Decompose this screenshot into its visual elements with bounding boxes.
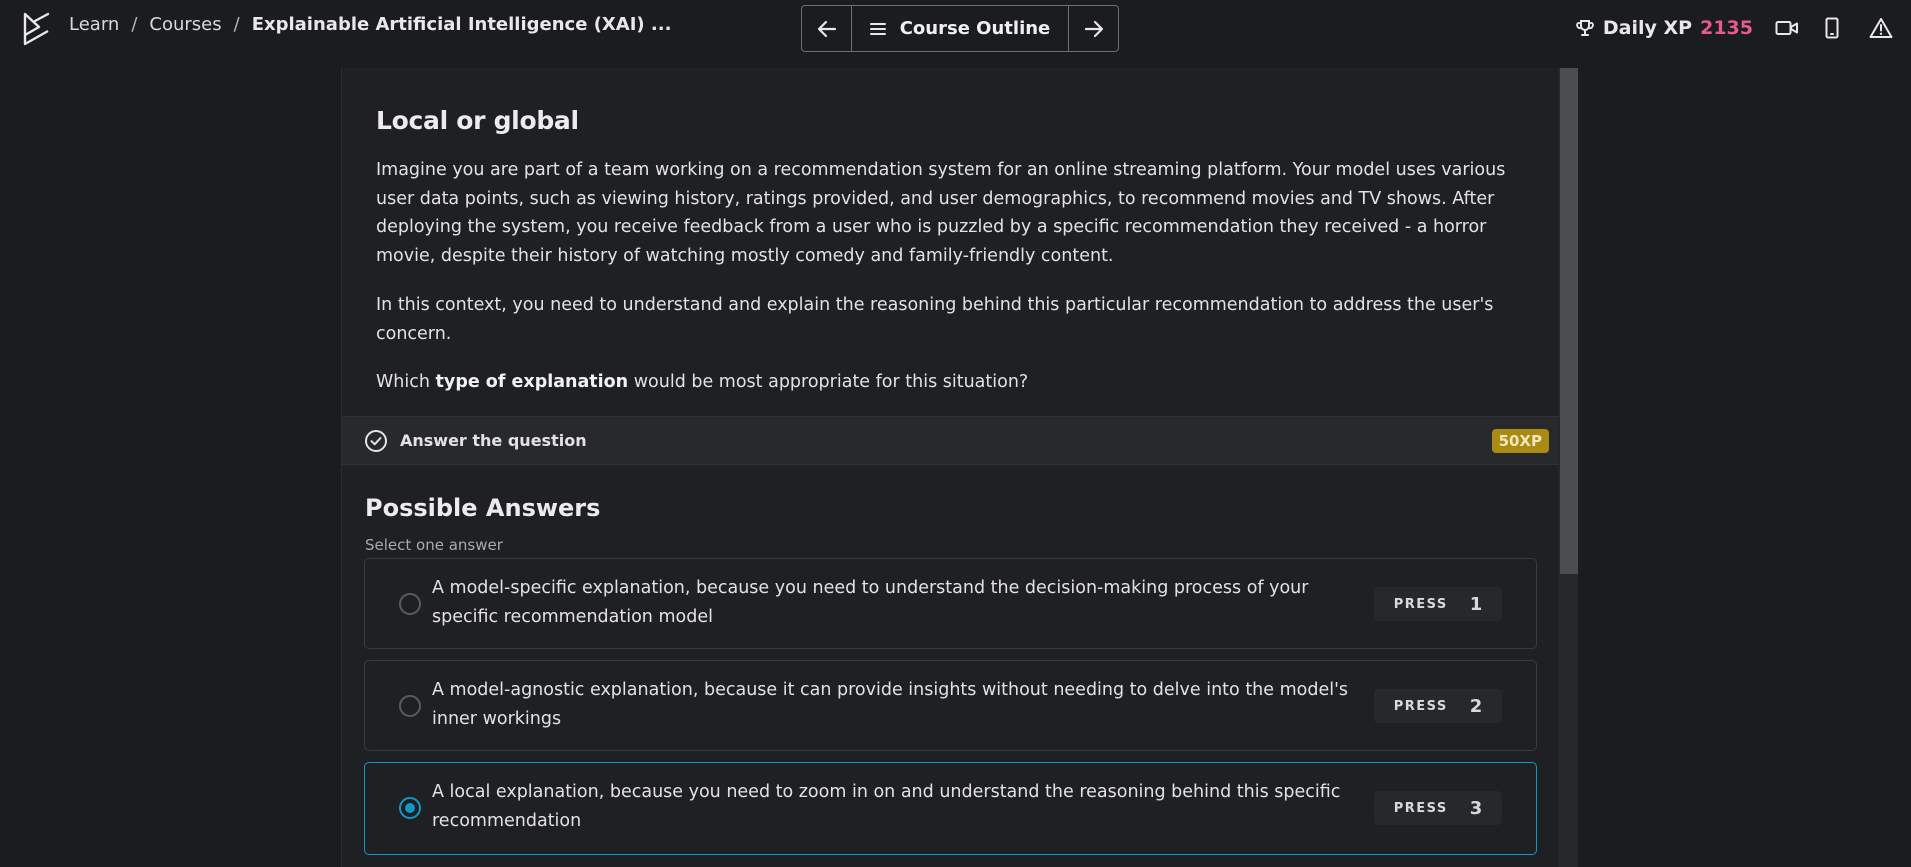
- press-label: PRESS: [1393, 698, 1448, 714]
- daily-xp-label: Daily XP: [1602, 17, 1693, 39]
- possible-answers-subtitle: Select one answer: [365, 536, 503, 554]
- answer-question-bar: Answer the question 50XP: [342, 416, 1559, 465]
- answer-option-3[interactable]: A local explanation, because you need to…: [364, 762, 1537, 855]
- radio-button[interactable]: [399, 695, 421, 717]
- answer-option-2[interactable]: A model-agnostic explanation, because it…: [364, 660, 1537, 751]
- top-bar: Learn / Courses / Explainable Artificial…: [0, 0, 1911, 56]
- breadcrumb-separator: /: [131, 14, 138, 35]
- course-outline-button[interactable]: Course Outline: [852, 6, 1068, 51]
- video-icon: [1775, 21, 1798, 35]
- report-issue-button[interactable]: [1869, 17, 1893, 39]
- answer-option-1[interactable]: A model-specific explanation, because yo…: [364, 558, 1537, 649]
- answer-question-label: Answer the question: [400, 431, 587, 450]
- alert-icon: [1869, 18, 1893, 38]
- exercise-question: Which type of explanation would be most …: [376, 368, 1526, 397]
- course-outline-label: Course Outline: [899, 18, 1051, 39]
- answer-option-text: A local explanation, because you need to…: [432, 782, 1341, 831]
- daily-xp[interactable]: Daily XP 2135: [1575, 17, 1753, 39]
- trophy-icon: [1576, 20, 1594, 36]
- keyboard-shortcut-hint: PRESS 1: [1374, 587, 1502, 621]
- breadcrumb-courses-link[interactable]: Courses: [149, 14, 221, 35]
- xp-badge: 50XP: [1491, 429, 1549, 453]
- shortcut-key: 3: [1469, 797, 1483, 819]
- exercise-context-paragraph: In this context, you need to understand …: [376, 295, 1494, 344]
- question-emphasis: type of explanation: [435, 372, 629, 392]
- exercise-title: Local or global: [376, 106, 579, 135]
- question-suffix: would be most appropriate for this situa…: [628, 372, 1029, 392]
- shortcut-key: 1: [1469, 593, 1483, 615]
- breadcrumb-current-course[interactable]: Explainable Artificial Intelligence (XAI…: [252, 14, 672, 35]
- header-actions: Daily XP 2135: [1575, 0, 1911, 56]
- press-label: PRESS: [1393, 800, 1448, 816]
- possible-answers-title: Possible Answers: [365, 494, 601, 522]
- answer-option-text: A model-agnostic explanation, because it…: [432, 680, 1349, 729]
- radio-button-selected[interactable]: [399, 797, 421, 819]
- mobile-button[interactable]: [1825, 17, 1839, 39]
- scrollbar-thumb[interactable]: [1560, 68, 1578, 574]
- datacamp-logo-icon[interactable]: [22, 11, 54, 47]
- question-prefix: Which: [376, 372, 436, 392]
- course-navigation: Course Outline: [801, 5, 1119, 52]
- previous-exercise-button[interactable]: [802, 6, 852, 51]
- exercise-context-paragraph: Imagine you are part of a team working o…: [376, 160, 1506, 266]
- menu-icon: [869, 22, 886, 35]
- exercise-panel: Local or global Imagine you are part of …: [341, 68, 1559, 867]
- breadcrumb-separator: /: [233, 14, 240, 35]
- check-circle-icon: [365, 430, 387, 452]
- answer-option-text: A model-specific explanation, because yo…: [432, 578, 1309, 627]
- keyboard-shortcut-hint: PRESS 2: [1374, 689, 1502, 723]
- arrow-right-icon: [1084, 20, 1103, 37]
- breadcrumb: Learn / Courses / Explainable Artificial…: [69, 14, 671, 35]
- next-exercise-button[interactable]: [1068, 6, 1118, 51]
- arrow-left-icon: [817, 20, 836, 37]
- daily-xp-value: 2135: [1700, 17, 1753, 39]
- shortcut-key: 2: [1469, 695, 1483, 717]
- radio-button[interactable]: [399, 593, 421, 615]
- mobile-icon: [1825, 17, 1839, 39]
- breadcrumb-learn-link[interactable]: Learn: [69, 14, 119, 35]
- press-label: PRESS: [1393, 596, 1448, 612]
- video-button[interactable]: [1775, 19, 1799, 37]
- keyboard-shortcut-hint: PRESS 3: [1374, 791, 1502, 825]
